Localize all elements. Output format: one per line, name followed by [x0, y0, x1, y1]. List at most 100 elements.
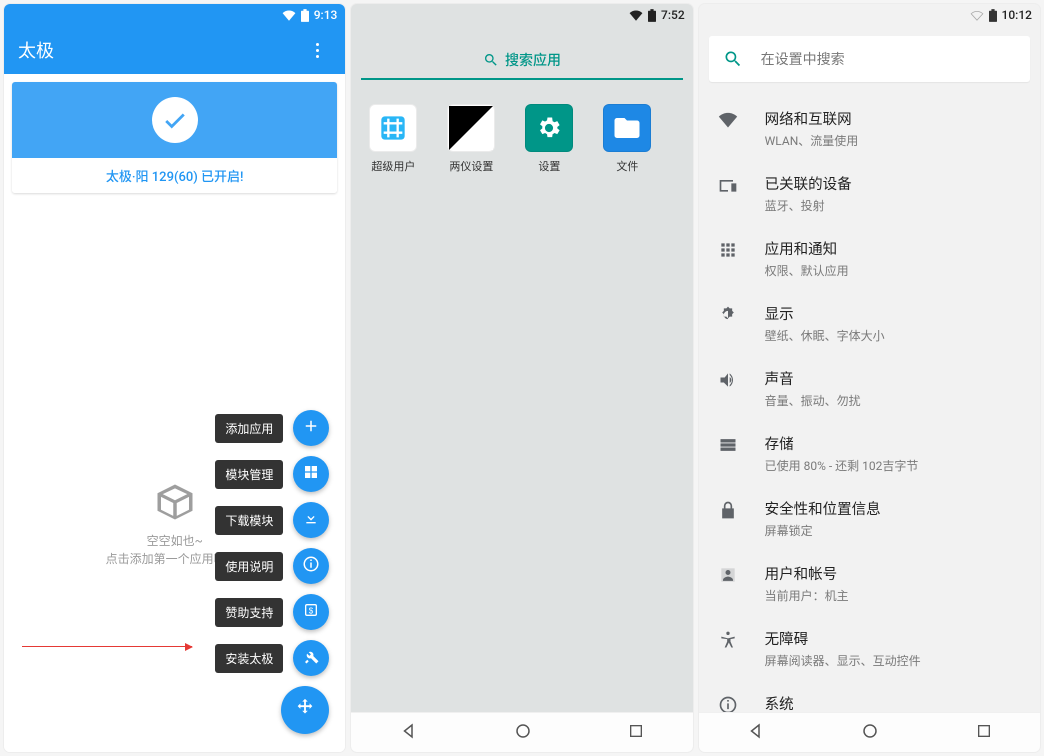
battery-icon [989, 9, 997, 22]
statusbar: 7:52 [351, 4, 692, 26]
settings-item[interactable]: 声音音量、振动、勿扰 [699, 356, 1040, 421]
fab-donate-button[interactable]: $ [293, 594, 329, 630]
settings-item[interactable]: 系统语言、时间、备份、更新 [699, 681, 1040, 712]
empty-body: 空空如也~ 点击添加第一个应用吧：） 添加应用模块管理下载模块使用说明赞助支持$… [4, 201, 345, 752]
fab-main-button[interactable] [281, 686, 329, 734]
fab-plus-button[interactable] [293, 410, 329, 446]
settings-item-title: 无障碍 [765, 628, 921, 649]
volume-icon [717, 368, 739, 390]
fab-label: 赞助支持 [215, 598, 283, 627]
nav-home-button[interactable] [514, 722, 532, 744]
folder-icon [603, 104, 651, 152]
donate-icon: $ [303, 602, 319, 622]
settings-item-subtitle: 权限、默认应用 [765, 262, 849, 279]
more-vert-icon [316, 43, 319, 58]
search-bar[interactable]: 搜索应用 [361, 42, 682, 80]
gear-icon [525, 104, 573, 152]
settings-item-text: 无障碍屏幕阅读器、显示、互动控件 [765, 628, 921, 669]
settings-item[interactable]: 用户和帐号当前用户：机主 [699, 551, 1040, 616]
fab-row-info: 使用说明 [215, 548, 329, 584]
person-icon [717, 563, 739, 585]
fab-label: 使用说明 [215, 552, 283, 581]
phone-launcher: 7:52 搜索应用 超级用户 两仪设置 设置文件 [351, 4, 692, 752]
app-item[interactable]: 文件 [599, 104, 655, 174]
search-icon [483, 52, 499, 68]
settings-item[interactable]: 安全性和位置信息屏幕锁定 [699, 486, 1040, 551]
app-item[interactable]: 超级用户 [365, 104, 421, 174]
status-card-hero [12, 82, 337, 158]
annotation-arrow [22, 646, 192, 647]
hash-icon [369, 104, 417, 152]
app-item[interactable]: 两仪设置 [443, 104, 499, 174]
settings-list[interactable]: 网络和互联网WLAN、流量使用已关联的设备蓝牙、投射应用和通知权限、默认应用显示… [699, 92, 1040, 712]
nav-home-button[interactable] [861, 722, 879, 744]
app-header: 太极 [4, 26, 345, 74]
contrast-icon [447, 104, 495, 152]
grid-icon [303, 464, 319, 484]
settings-item[interactable]: 已关联的设备蓝牙、投射 [699, 161, 1040, 226]
search-placeholder: 在设置中搜索 [761, 49, 845, 69]
lock-icon [717, 498, 739, 520]
status-time: 10:12 [1002, 8, 1032, 22]
settings-item-title: 存储 [765, 433, 919, 454]
settings-item-text: 声音音量、振动、勿扰 [765, 368, 861, 409]
settings-item-subtitle: 音量、振动、勿扰 [765, 392, 861, 409]
fab-grid-button[interactable] [293, 456, 329, 492]
nav-recent-button[interactable] [976, 723, 992, 743]
nav-back-button[interactable] [400, 722, 418, 744]
status-card[interactable]: 太极·阳 129(60) 已开启! [12, 82, 337, 193]
app-label: 超级用户 [371, 158, 415, 174]
settings-item-title: 系统 [765, 693, 897, 712]
settings-item-text: 显示壁纸、休眠、字体大小 [765, 303, 885, 344]
search-icon [723, 49, 743, 69]
download-icon [303, 510, 319, 530]
fab-label: 模块管理 [215, 460, 283, 489]
devices-icon [717, 173, 739, 195]
settings-item-text: 网络和互联网WLAN、流量使用 [765, 108, 859, 149]
settings-item-subtitle: 已使用 80% - 还剩 102吉字节 [765, 457, 919, 474]
tools-icon [302, 647, 320, 669]
settings-item-title: 安全性和位置信息 [765, 498, 881, 519]
fab-row-donate: 赞助支持 $ [215, 594, 329, 630]
check-circle-icon [152, 97, 198, 143]
settings-item-title: 应用和通知 [765, 238, 849, 259]
settings-item-text: 存储已使用 80% - 还剩 102吉字节 [765, 433, 919, 474]
settings-item-title: 显示 [765, 303, 885, 324]
app-grid: 超级用户 两仪设置 设置文件 [351, 90, 692, 188]
wifi-icon [629, 10, 643, 21]
wifi-outline-icon [970, 10, 984, 21]
fab-label: 安装太极 [215, 644, 283, 673]
fab-stack: 添加应用模块管理下载模块使用说明赞助支持$安装太极 [215, 410, 329, 734]
settings-item-text: 应用和通知权限、默认应用 [765, 238, 849, 279]
overflow-menu-button[interactable] [297, 26, 337, 74]
fab-info-button[interactable] [293, 548, 329, 584]
statusbar: 10:12 [699, 4, 1040, 26]
navbar [351, 712, 692, 752]
settings-item-text: 用户和帐号当前用户：机主 [765, 563, 849, 604]
nav-recent-button[interactable] [628, 723, 644, 743]
phone-settings: 10:12 在设置中搜索 网络和互联网WLAN、流量使用已关联的设备蓝牙、投射应… [699, 4, 1040, 752]
settings-item-text: 安全性和位置信息屏幕锁定 [765, 498, 881, 539]
settings-item[interactable]: 显示壁纸、休眠、字体大小 [699, 291, 1040, 356]
app-item[interactable]: 设置 [521, 104, 577, 174]
status-time: 7:52 [661, 8, 685, 22]
fab-row-download: 下载模块 [215, 502, 329, 538]
settings-item[interactable]: 存储已使用 80% - 还剩 102吉字节 [699, 421, 1040, 486]
battery-icon [301, 9, 309, 22]
settings-item-subtitle: 屏幕阅读器、显示、互动控件 [765, 652, 921, 669]
nav-back-button[interactable] [747, 722, 765, 744]
settings-item[interactable]: 无障碍屏幕阅读器、显示、互动控件 [699, 616, 1040, 681]
plus-icon [302, 417, 320, 439]
fab-download-button[interactable] [293, 502, 329, 538]
settings-search[interactable]: 在设置中搜索 [709, 36, 1030, 82]
battery-icon [648, 9, 656, 22]
settings-item[interactable]: 网络和互联网WLAN、流量使用 [699, 96, 1040, 161]
svg-text:$: $ [309, 606, 314, 615]
settings-item[interactable]: 应用和通知权限、默认应用 [699, 226, 1040, 291]
app-label: 两仪设置 [449, 158, 493, 174]
settings-item-subtitle: 壁纸、休眠、字体大小 [765, 327, 885, 344]
status-time: 9:13 [314, 8, 338, 22]
settings-item-subtitle: 蓝牙、投射 [765, 197, 852, 214]
fab-tools-button[interactable] [293, 640, 329, 676]
info-icon [302, 555, 320, 577]
